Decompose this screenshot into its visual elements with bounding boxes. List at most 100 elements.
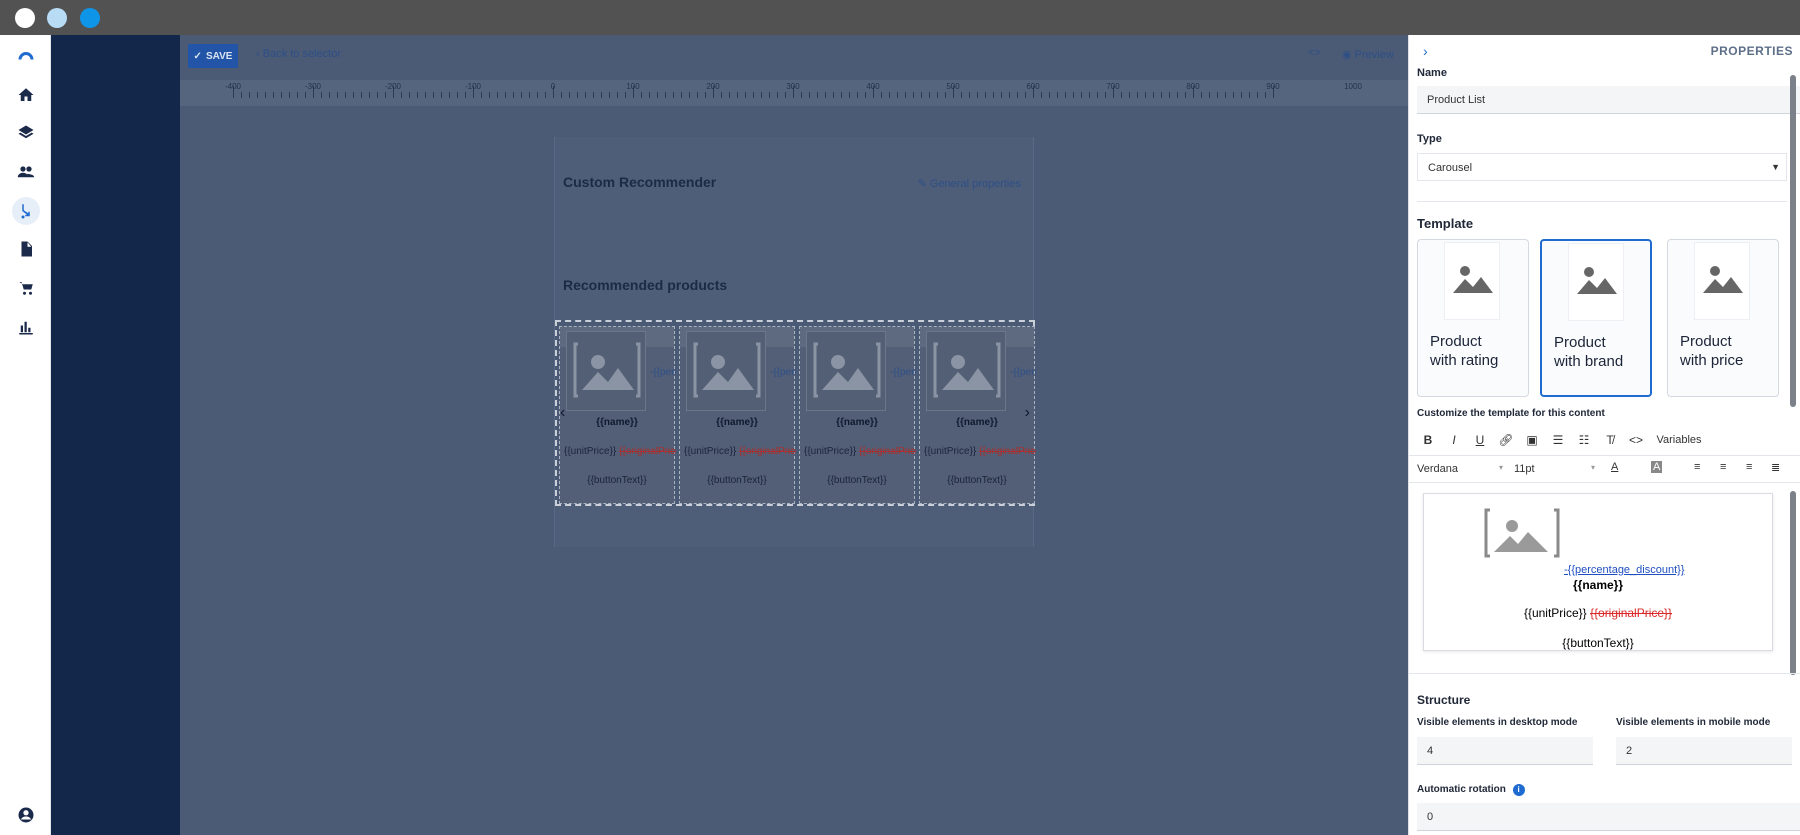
ruler-tick [801,92,802,98]
ruler-tick [1169,92,1170,98]
name-input[interactable]: Product List [1417,86,1800,114]
ruler-tick [905,92,906,98]
editor-name: {{name}} [1572,578,1624,592]
font-size-select[interactable]: 11pt [1514,463,1535,475]
carousel-card[interactable]: Item 3 -{{percentage_discount}} {{name}}… [799,326,916,504]
link-icon[interactable]: 🔗︎ [1493,433,1519,447]
window-dot-maximize[interactable] [80,8,100,28]
ruler-tick [305,92,306,98]
recommended-products-heading: Recommended products [563,277,728,293]
ruler-tick [497,92,498,98]
ruler-tick [761,92,762,98]
save-button[interactable]: ✓ SAVE [188,44,238,68]
clear-format-icon[interactable]: T̸ [1597,433,1623,447]
carousel-prev-icon[interactable]: ‹ [560,404,565,422]
ruler-tick [785,92,786,98]
card-discount: -{{percentage_discount}} [770,367,796,378]
ruler-tick [769,92,770,98]
carousel-next-icon[interactable]: › [1025,404,1030,422]
ruler-label: 800 [1186,82,1200,91]
ruler-tick [585,92,586,98]
align-center-icon[interactable]: ≡ [1720,461,1726,473]
ruler-tick [889,92,890,98]
bold-icon[interactable]: B [1415,433,1441,447]
ruler-tick [617,92,618,98]
layers-icon[interactable] [12,119,40,147]
image-icon[interactable]: ▣ [1519,433,1545,447]
ruler-tick [321,92,322,98]
editor-canvas: ✓ SAVE ‹ Back to selector <> ◉ Preview -… [180,35,1408,835]
ruler-tick [945,92,946,98]
name-label: Name [1417,67,1447,79]
align-left-icon[interactable]: ≡ [1694,461,1700,473]
bullet-list-icon[interactable]: ☷ [1571,433,1597,447]
desktop-elements-input[interactable]: 4 [1417,737,1593,765]
ruler-label: 0 [550,82,556,91]
back-to-selector-link[interactable]: ‹ Back to selector [256,48,341,60]
ruler-tick [1137,92,1138,98]
italic-icon[interactable]: I [1441,433,1467,447]
ruler-tick [1081,92,1082,98]
ruler-label: 1000 [1344,82,1362,91]
preview-button[interactable]: ◉ Preview [1342,48,1394,61]
ruler-tick [1233,92,1234,98]
ruler-tick [881,92,882,98]
ruler-tick [425,92,426,98]
ordered-list-icon[interactable]: ☰ [1545,433,1571,447]
cart-icon[interactable] [12,274,40,302]
carousel-card[interactable]: Item 1 -{{percentage_discount}} {{name}}… [559,326,676,504]
rotation-input[interactable]: 0 [1417,803,1800,831]
ruler-tick [465,92,466,98]
text-color-icon[interactable]: A [1611,461,1618,473]
ruler-tick [457,92,458,98]
carousel-card[interactable]: Item 2 -{{percentage_discount}} {{name}}… [679,326,796,504]
ruler-tick [513,92,514,98]
product-carousel[interactable]: Item 1 -{{percentage_discount}} {{name}}… [555,320,1036,506]
template-editor[interactable]: -{{percentage_discount}} {{name}} {{unit… [1423,493,1773,651]
panel-title: PROPERTIES [1710,44,1793,58]
caret-down-icon: ▾ [1499,463,1504,472]
highlight-color-icon[interactable]: A [1651,461,1663,473]
underline-icon[interactable]: U [1467,433,1493,447]
mobile-elements-input[interactable]: 2 [1616,737,1792,765]
ruler-tick [1009,92,1010,98]
info-icon[interactable]: i [1512,784,1525,796]
ruler-tick [681,92,682,98]
window-dot-minimize[interactable] [47,8,67,28]
ruler-tick [249,92,250,98]
align-justify-icon[interactable]: ≣ [1771,461,1780,474]
template-product-with-brand[interactable]: Product with brand [1540,239,1652,397]
ruler-tick [337,92,338,98]
ruler-tick [417,92,418,98]
type-select[interactable]: Carousel ▼ [1417,153,1787,181]
align-right-icon[interactable]: ≡ [1746,461,1752,473]
carousel-card[interactable]: Item 4 -{{percentage_discount}} {{name}}… [919,326,1036,504]
ruler-tick [529,92,530,98]
collapse-panel-icon[interactable]: › [1423,43,1428,59]
ruler-tick [289,92,290,98]
source-code-icon[interactable]: <> [1623,433,1649,447]
template-product-with-price[interactable]: Product with price [1667,239,1779,397]
ruler-tick [505,92,506,98]
ruler-tick [849,92,850,98]
ruler-tick [601,92,602,98]
window-dot-close[interactable] [15,8,35,28]
editor-scrollbar[interactable] [1790,491,1796,675]
variables-button[interactable]: Variables [1649,434,1709,446]
logo-icon[interactable] [12,41,40,69]
home-icon[interactable] [12,81,40,109]
template-product-with-rating[interactable]: Product with rating [1417,239,1529,397]
account-icon[interactable] [12,801,40,829]
ruler-tick [561,92,562,98]
people-icon[interactable] [12,158,40,186]
chart-icon[interactable] [12,313,40,341]
general-properties-link[interactable]: ✎ General properties [918,177,1021,190]
document-icon[interactable] [12,235,40,263]
ruler-tick [241,92,242,98]
panel-scrollbar[interactable] [1790,75,1796,407]
ruler-tick [489,92,490,98]
font-family-select[interactable]: Verdana [1417,463,1458,475]
ruler-tick [257,92,258,98]
flow-icon[interactable] [12,197,40,225]
code-view-button[interactable]: <> [1308,47,1321,59]
